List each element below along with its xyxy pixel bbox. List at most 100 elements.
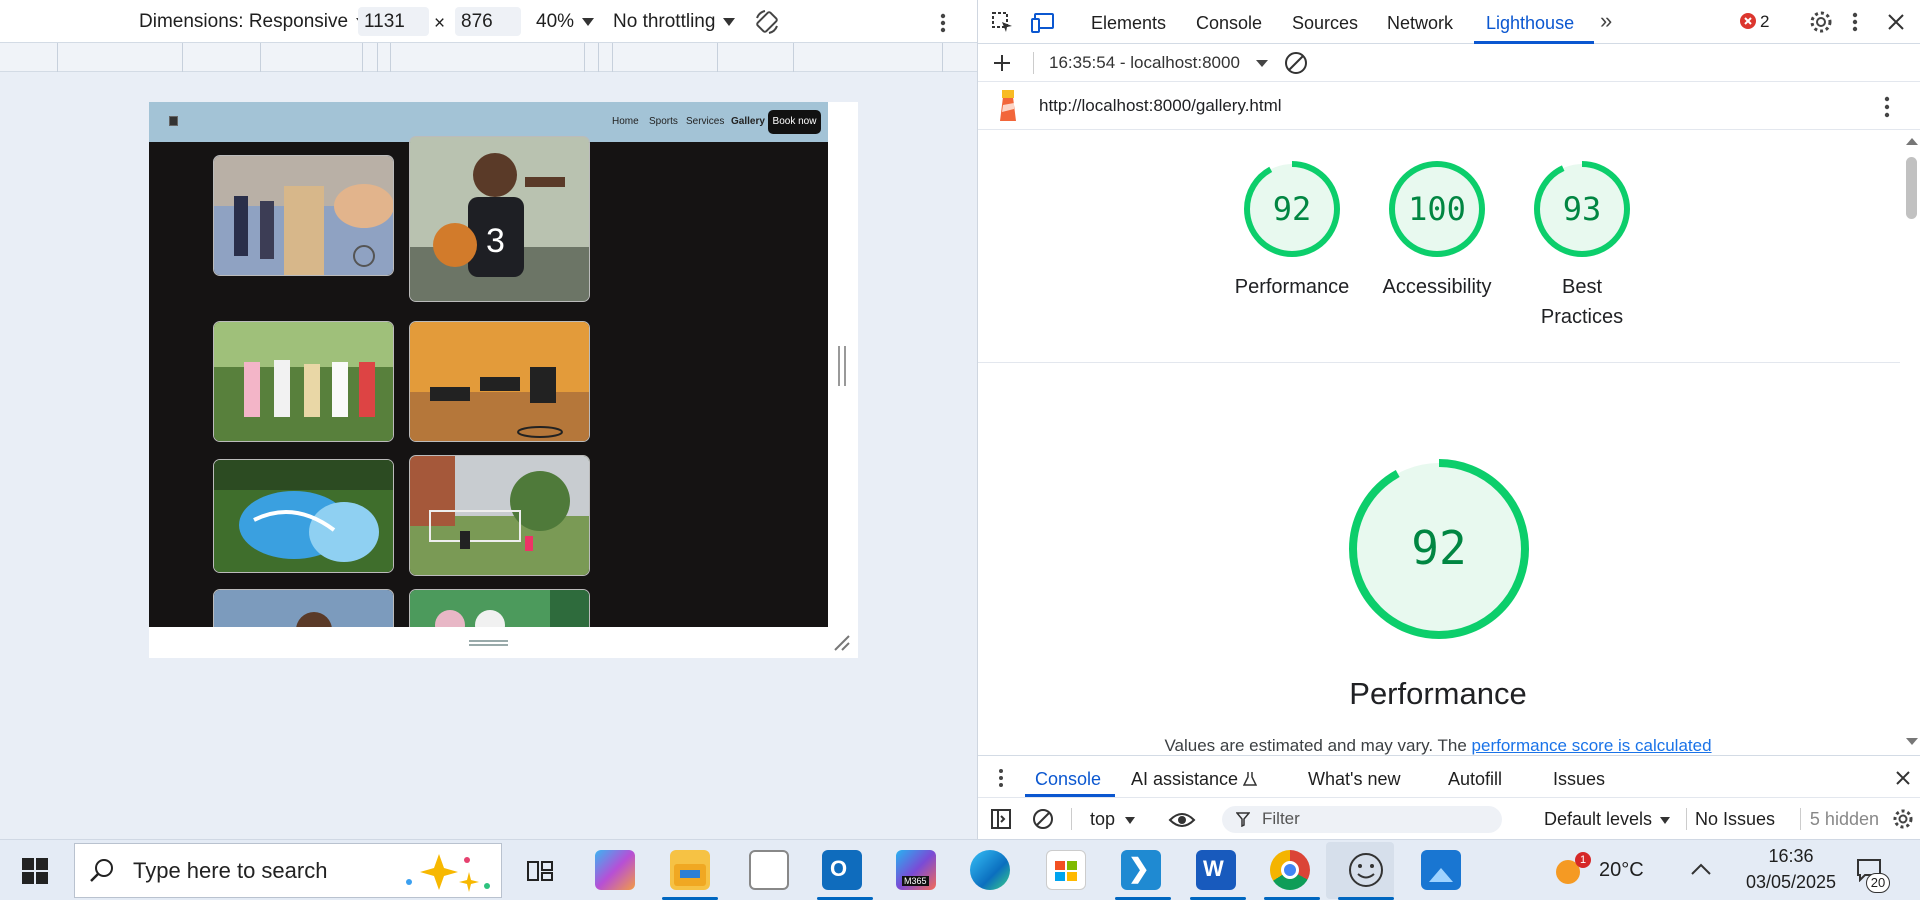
report-url-bar: http://localhost:8000/gallery.html — [978, 82, 1920, 130]
more-options-icon[interactable] — [938, 12, 948, 34]
console-filter-input[interactable]: Filter — [1222, 806, 1502, 833]
filter-placeholder: Filter — [1262, 809, 1300, 828]
resize-corner-icon[interactable] — [833, 634, 851, 652]
zoom-dropdown[interactable]: 40% — [536, 11, 595, 33]
resize-handle-right[interactable] — [838, 346, 846, 386]
tab-sources[interactable]: Sources — [1292, 13, 1358, 34]
feedback-smiley-icon[interactable] — [1346, 850, 1386, 890]
gallery-photo-partial-1[interactable] — [213, 589, 394, 627]
gallery-photo-badminton[interactable] — [213, 155, 394, 276]
throttling-dropdown[interactable]: No throttling — [613, 11, 736, 33]
sidebar-toggle-icon[interactable] — [990, 808, 1012, 830]
site-logo[interactable] — [169, 116, 178, 126]
drawer-tab-autofill[interactable]: Autofill — [1448, 769, 1502, 790]
devtools-tabbar: Elements Console Sources Network Lightho… — [978, 0, 1920, 44]
drawer-tab-ai-assistance[interactable]: AI assistance — [1131, 769, 1238, 790]
chevron-down-icon — [1660, 816, 1671, 824]
best-practices-gauge[interactable]: 93 — [1533, 160, 1631, 263]
divider — [978, 362, 1900, 363]
accessibility-gauge[interactable]: 100 — [1388, 160, 1486, 263]
tab-console[interactable]: Console — [1196, 13, 1262, 34]
chevron-up-icon[interactable] — [1690, 862, 1712, 876]
copilot-app-icon[interactable] — [595, 850, 635, 890]
weather-temperature[interactable]: 20°C — [1599, 859, 1644, 882]
clear-reports-icon[interactable] — [1284, 51, 1308, 75]
m365-copilot-icon[interactable]: M365 — [896, 850, 936, 890]
devtools-menu-icon[interactable] — [1850, 12, 1860, 34]
windows-start-icon[interactable] — [22, 858, 48, 884]
new-report-icon[interactable] — [992, 53, 1012, 73]
device-toolbar: Dimensions: Responsive 1131 × 876 40% No… — [0, 0, 977, 43]
word-icon[interactable]: W — [1196, 850, 1236, 890]
dimensions-dropdown[interactable]: Dimensions: Responsive — [139, 11, 369, 33]
drawer-tab-whats-new[interactable]: What's new — [1308, 769, 1400, 790]
performance-gauge[interactable]: 92 — [1243, 160, 1341, 263]
scrollbar-thumb[interactable] — [1906, 157, 1917, 219]
rotate-icon[interactable] — [753, 8, 781, 36]
taskbar-search-box[interactable]: Type here to search — [74, 843, 502, 898]
copilot-sparkle-icon — [406, 854, 490, 892]
gallery-photo-soccer-goal[interactable] — [409, 455, 590, 576]
media-query-ruler[interactable] — [0, 43, 977, 72]
chrome-icon[interactable] — [1270, 850, 1310, 890]
console-settings-gear-icon[interactable] — [1892, 808, 1914, 830]
log-levels-dropdown[interactable]: Default levels — [1544, 809, 1671, 830]
lighthouse-logo-icon — [1000, 90, 1016, 121]
height-value: 876 — [461, 11, 493, 32]
clear-console-icon[interactable] — [1032, 808, 1054, 830]
gallery-photo-kids-field[interactable] — [213, 321, 394, 442]
blank-document-icon[interactable] — [749, 850, 789, 890]
live-expression-eye-icon[interactable] — [1168, 811, 1196, 829]
report-scrollbar[interactable] — [1900, 130, 1920, 755]
log-levels-label: Default levels — [1544, 809, 1653, 829]
device-toggle-icon[interactable] — [1031, 11, 1057, 35]
chevron-down-icon — [723, 17, 736, 26]
issues-counter[interactable]: No Issues — [1695, 809, 1775, 830]
drawer-menu-icon[interactable] — [998, 768, 1004, 788]
nav-sports-link[interactable]: Sports — [649, 116, 678, 127]
chevron-down-icon — [582, 17, 595, 26]
drawer-tab-console[interactable]: Console — [1035, 769, 1101, 790]
more-tabs-icon[interactable]: » — [1600, 8, 1612, 34]
width-input[interactable]: 1131 — [358, 7, 429, 36]
outlook-icon[interactable]: O — [822, 850, 862, 890]
error-count[interactable]: 2 — [1760, 12, 1769, 32]
edge-browser-icon[interactable] — [970, 850, 1010, 890]
resize-handle-bottom[interactable] — [469, 640, 508, 646]
chevron-down-icon[interactable] — [1256, 60, 1268, 67]
report-selector[interactable]: 16:35:54 - localhost:8000 — [1049, 53, 1240, 73]
gallery-photo-soccer-balls[interactable] — [213, 459, 394, 573]
nav-services-link[interactable]: Services — [686, 116, 724, 127]
report-url[interactable]: http://localhost:8000/gallery.html — [1039, 96, 1282, 116]
error-icon[interactable] — [1740, 13, 1756, 29]
clock-time[interactable]: 16:36 — [1736, 846, 1846, 867]
vscode-icon[interactable]: ❯ — [1121, 850, 1161, 890]
score-calculator-link[interactable]: performance score is calculated — [1472, 736, 1712, 755]
gallery-photo-gym-stretch[interactable] — [409, 321, 590, 442]
tab-elements[interactable]: Elements — [1091, 13, 1166, 34]
nav-home-link[interactable]: Home — [612, 116, 639, 127]
photos-icon[interactable] — [1421, 850, 1461, 890]
tab-network[interactable]: Network — [1387, 13, 1453, 34]
close-devtools-icon[interactable] — [1887, 13, 1905, 31]
height-input[interactable]: 876 — [455, 7, 521, 36]
notification-count: 20 — [1866, 873, 1890, 893]
nav-gallery-link[interactable]: Gallery — [731, 116, 765, 127]
context-selector[interactable]: top — [1090, 809, 1136, 830]
clock-date[interactable]: 03/05/2025 — [1732, 872, 1850, 893]
microsoft-store-icon[interactable] — [1046, 850, 1086, 890]
gallery-photo-basketball-boy[interactable]: 3 — [409, 136, 590, 302]
settings-gear-icon[interactable] — [1809, 10, 1833, 34]
close-drawer-icon[interactable] — [1895, 770, 1911, 786]
file-explorer-icon[interactable] — [670, 850, 710, 890]
report-menu-icon[interactable] — [1882, 95, 1892, 119]
book-now-button[interactable]: Book now — [768, 110, 821, 134]
task-view-icon[interactable] — [526, 858, 554, 884]
gallery-photo-partial-2[interactable] — [409, 589, 590, 627]
best-practices-score: 93 — [1563, 190, 1602, 228]
inspect-element-icon[interactable] — [991, 11, 1015, 35]
tab-lighthouse[interactable]: Lighthouse — [1486, 13, 1574, 34]
website-preview[interactable]: Home Sports Services Gallery Book now 3 — [149, 102, 828, 627]
drawer-tab-issues[interactable]: Issues — [1553, 769, 1605, 790]
m365-label: M365 — [902, 876, 929, 886]
